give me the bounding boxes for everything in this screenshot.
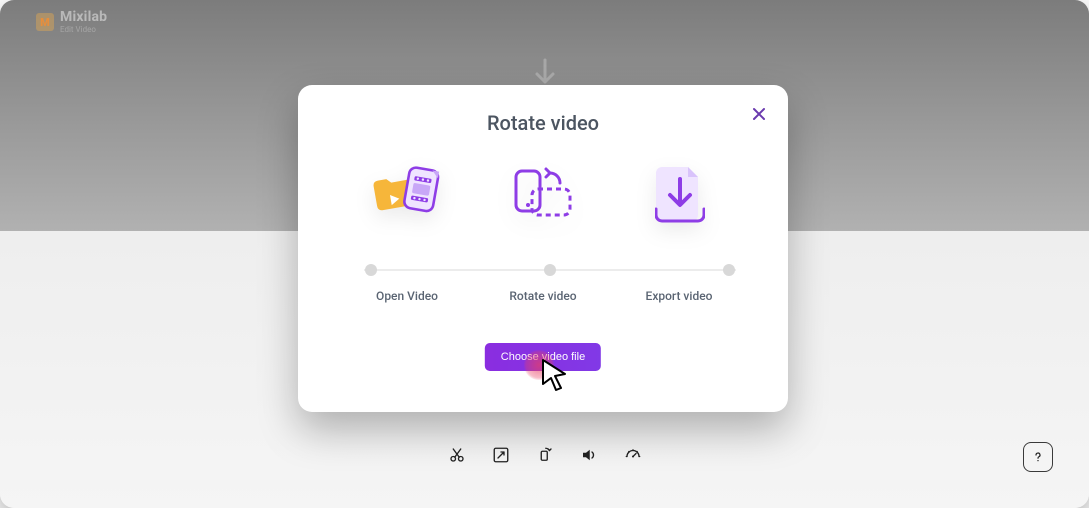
open-video-icon — [370, 163, 442, 225]
step-dot-2 — [544, 264, 556, 276]
brand-sub: Edit Video — [60, 26, 107, 34]
rotate-icon[interactable] — [534, 444, 556, 466]
step-export-video — [620, 163, 740, 225]
app-window: M Mixilab Edit Video — [0, 0, 1089, 508]
step-labels: Open Video Rotate video Export video — [298, 289, 788, 303]
step-dot-3 — [723, 264, 735, 276]
steps-row — [298, 163, 788, 225]
step-timeline — [364, 263, 736, 277]
help-button[interactable] — [1023, 442, 1053, 472]
choose-video-file-button[interactable]: Choose video file — [485, 343, 601, 371]
modal-title: Rotate video — [298, 111, 788, 135]
step-label-2: Rotate video — [478, 289, 608, 303]
step-label-3: Export video — [614, 289, 744, 303]
editor-toolbar — [446, 444, 644, 466]
rotate-video-modal: Rotate video — [298, 85, 788, 412]
close-icon[interactable] — [748, 103, 770, 125]
volume-icon[interactable] — [578, 444, 600, 466]
cut-icon[interactable] — [446, 444, 468, 466]
step-dot-1 — [365, 264, 377, 276]
brand: M Mixilab Edit Video — [36, 10, 107, 34]
rotate-video-icon — [507, 163, 579, 225]
brand-name: Mixilab — [60, 10, 107, 24]
step-label-1: Open Video — [342, 289, 472, 303]
step-rotate-video — [483, 163, 603, 225]
export-video-icon — [644, 163, 716, 225]
speed-icon[interactable] — [622, 444, 644, 466]
resize-icon[interactable] — [490, 444, 512, 466]
brand-logo-icon: M — [36, 13, 54, 31]
step-open-video — [346, 163, 466, 225]
